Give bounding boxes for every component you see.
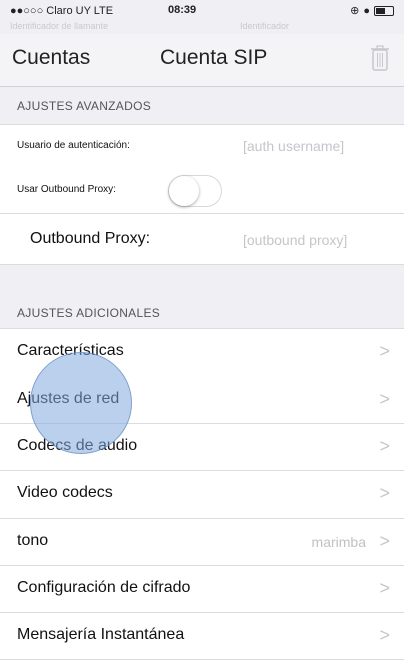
status-icons: ⊕ ● <box>350 4 394 17</box>
alarm-icon: ● <box>363 4 370 17</box>
additional-settings-header: AJUSTES ADICIONALES <box>17 306 161 320</box>
list-item[interactable]: tono marimba > <box>0 519 404 566</box>
location-icon: ⊕ <box>350 5 360 17</box>
chevron-right-icon: > <box>379 531 390 551</box>
trash-icon[interactable] <box>370 44 390 72</box>
chevron-right-icon: > <box>379 341 390 361</box>
outbound-proxy-toggle[interactable] <box>168 175 222 207</box>
touch-indicator <box>30 352 132 454</box>
chevron-right-icon: > <box>379 436 390 456</box>
navigation-bar: Cuentas Cuenta SIP <box>0 34 404 87</box>
outbound-proxy-label: Outbound Proxy: <box>30 230 151 247</box>
list-item-label: Video codecs <box>17 484 113 501</box>
clock: 08:39 <box>168 4 197 16</box>
auth-username-row[interactable]: Usuario de autenticación: [auth username… <box>0 124 404 170</box>
outbound-proxy-input[interactable]: [outbound proxy] <box>243 232 347 248</box>
auth-username-label: Usuario de autenticación: <box>17 140 130 151</box>
caller-id-ghost-text: Identificador de llamante <box>10 21 109 31</box>
chevron-right-icon: > <box>379 483 390 503</box>
list-item-label: tono <box>17 532 49 549</box>
toggle-knob <box>169 176 199 206</box>
list-item[interactable]: Video codecs > <box>0 471 404 519</box>
list-item[interactable]: Configuración de cifrado > <box>0 566 404 613</box>
auth-username-input[interactable]: [auth username] <box>243 138 344 154</box>
chevron-right-icon: > <box>379 389 390 409</box>
outbound-proxy-toggle-row: Usar Outbound Proxy: <box>0 169 404 214</box>
caller-id-ghost-text-2: Identificador <box>240 21 290 31</box>
list-item-label: Mensajería Instantánea <box>17 626 185 643</box>
advanced-settings-header: AJUSTES AVANZADOS <box>17 99 152 113</box>
list-item-value: marimba <box>311 534 366 550</box>
status-bar: ●●○○○ Claro UY LTE 08:39 Identificador d… <box>0 0 404 34</box>
carrier-label: ●●○○○ Claro UY LTE <box>10 5 114 17</box>
chevron-right-icon: > <box>379 578 390 598</box>
page-title: Cuenta SIP <box>160 46 268 69</box>
battery-icon <box>374 5 394 16</box>
back-button[interactable]: Cuentas <box>12 46 90 70</box>
list-item[interactable]: Mensajería Instantánea > <box>0 613 404 660</box>
outbound-proxy-row[interactable]: Outbound Proxy: [outbound proxy] <box>0 214 404 265</box>
outbound-proxy-toggle-label: Usar Outbound Proxy: <box>17 184 116 195</box>
list-item-label: Configuración de cifrado <box>17 579 191 596</box>
chevron-right-icon: > <box>379 625 390 645</box>
